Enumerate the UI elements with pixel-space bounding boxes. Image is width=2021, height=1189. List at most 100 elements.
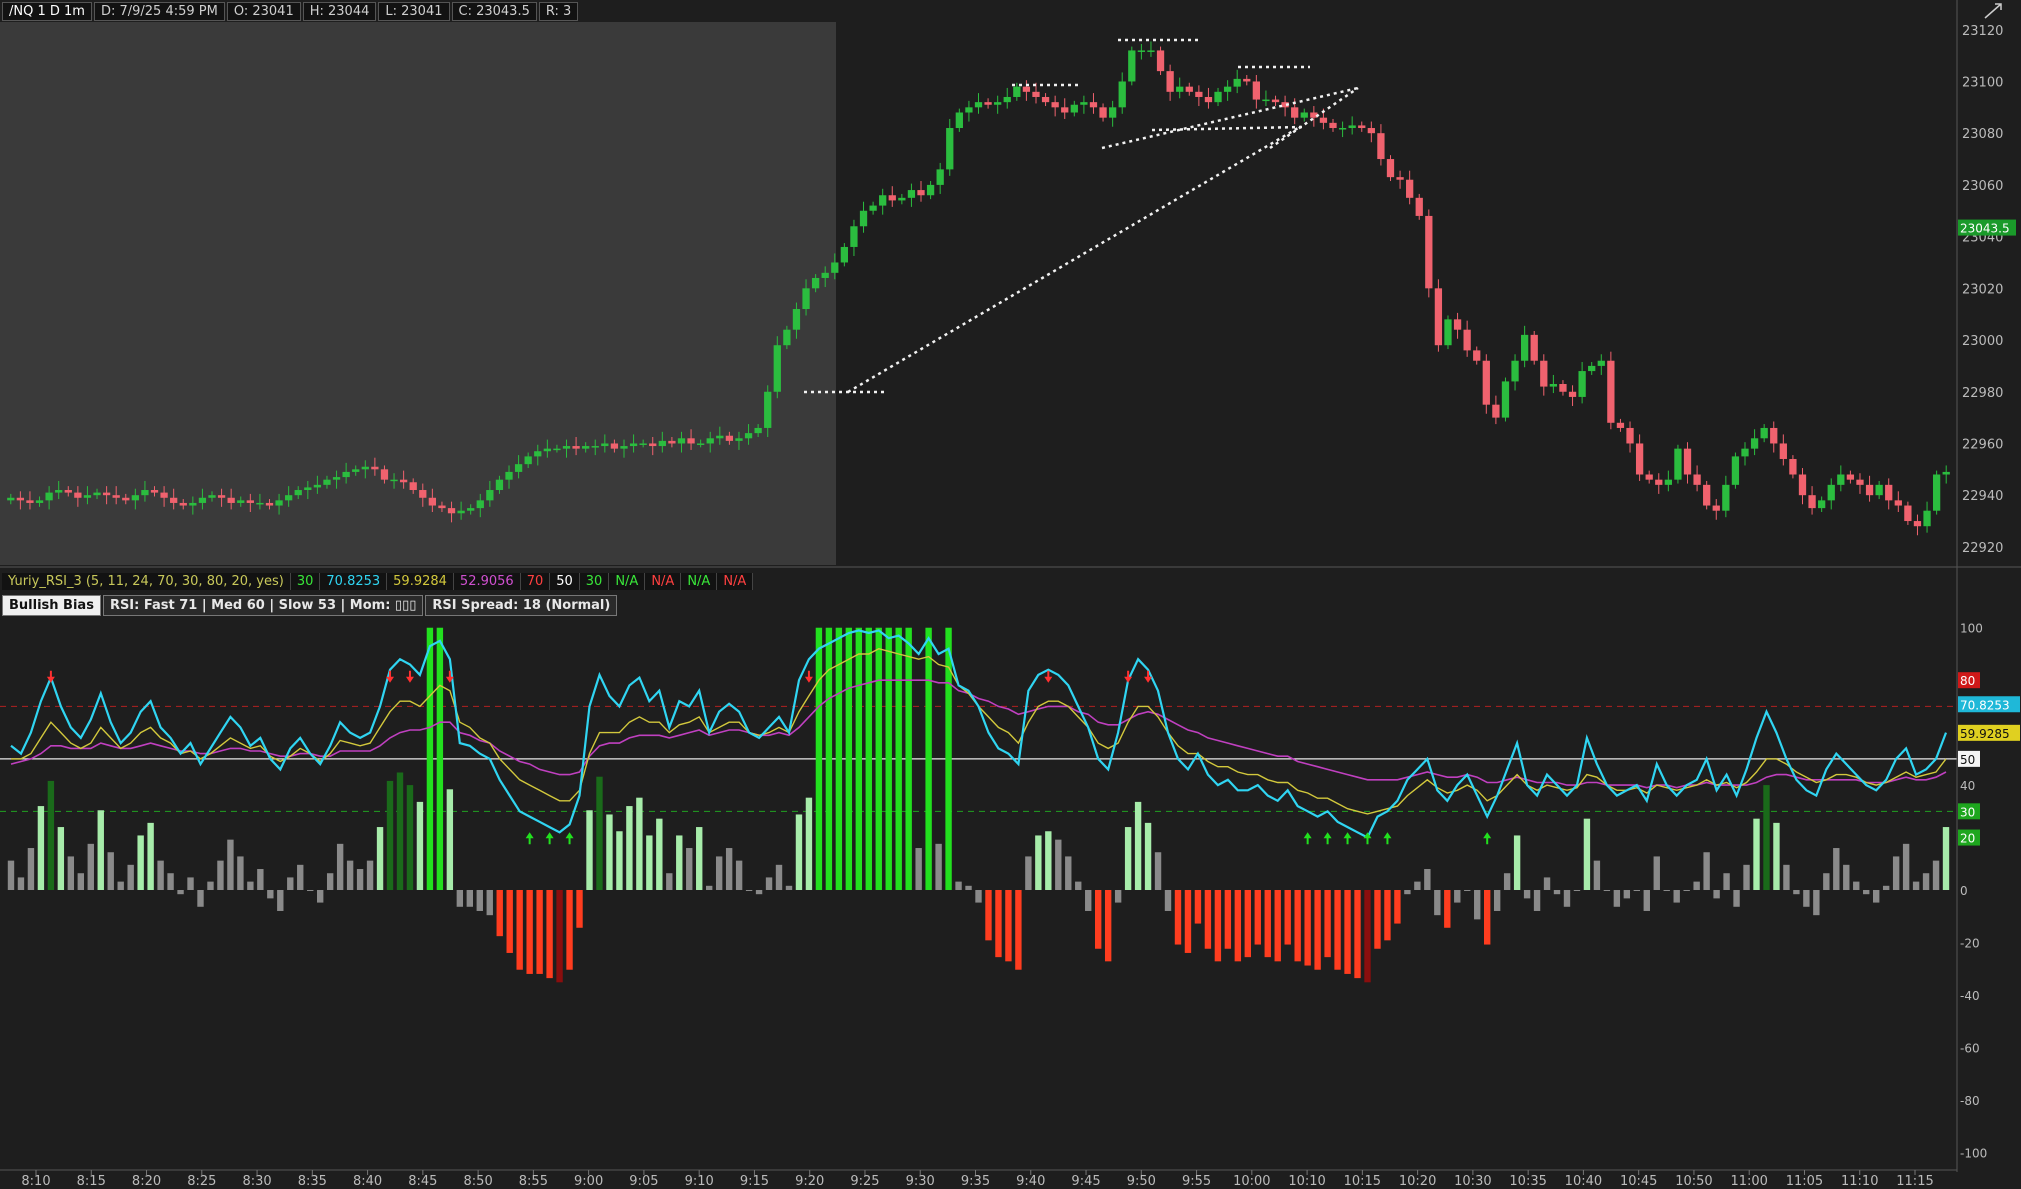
candle-body: [1051, 102, 1059, 108]
histogram-bar: [147, 822, 154, 890]
candle-body: [256, 502, 264, 505]
x-tick-label: 11:00: [1730, 1174, 1767, 1189]
low-label: L: 23041: [378, 1, 450, 21]
histogram-bar: [1653, 856, 1660, 890]
candle-body: [1750, 438, 1759, 449]
candle-body: [486, 490, 494, 501]
histogram-bar: [466, 890, 473, 907]
candle-body: [1013, 86, 1021, 97]
study-name[interactable]: Yuriy_RSI_3 (5, 11, 24, 70, 30, 80, 20, …: [2, 572, 291, 590]
candle-body: [1300, 112, 1308, 118]
symbol-label[interactable]: /NQ 1 D 1m: [2, 1, 92, 21]
histogram-bar: [1663, 890, 1670, 891]
candle-body: [1559, 384, 1567, 392]
histogram-bar: [1085, 890, 1092, 911]
candle-body: [1760, 427, 1768, 439]
study-na4: N/A: [717, 572, 754, 590]
histogram-bar: [1444, 890, 1451, 928]
candle-body: [390, 479, 398, 482]
candle-body: [1195, 91, 1203, 97]
histogram-bar: [247, 881, 254, 890]
histogram-bar: [257, 869, 264, 890]
histogram-bar: [346, 860, 354, 890]
candle-body: [16, 497, 25, 501]
candle-body: [1089, 102, 1098, 108]
candle-body: [275, 500, 283, 506]
histogram-bar: [765, 877, 773, 890]
histogram-bar: [785, 885, 793, 890]
histogram-bar: [1254, 890, 1261, 945]
histogram-bar: [925, 627, 932, 890]
histogram-bar: [1833, 848, 1840, 890]
candle-body: [1041, 96, 1050, 103]
candle-body: [1108, 107, 1117, 118]
histogram-bar: [556, 890, 563, 983]
candle-body: [1396, 177, 1404, 180]
study-tick-label: -60: [1960, 1041, 1980, 1055]
histogram-bar: [446, 789, 454, 890]
candle-body: [687, 438, 695, 444]
histogram-bar: [795, 814, 803, 890]
histogram-bar: [815, 627, 823, 890]
candle-body: [45, 492, 53, 501]
candle-body: [1329, 122, 1337, 129]
histogram-bar: [686, 848, 693, 890]
candle-body: [1185, 86, 1193, 92]
histogram-bar: [1902, 843, 1910, 890]
candle-body: [1118, 81, 1126, 108]
drawing-tool-icon[interactable]: [1981, 2, 2005, 20]
x-tick-label: 9:35: [961, 1174, 990, 1189]
price-tick-label: 23080: [1962, 127, 2003, 142]
histogram-bar: [516, 890, 523, 970]
candle-body: [160, 492, 168, 498]
study-v1: 30: [290, 572, 321, 590]
candle-body: [764, 391, 772, 428]
price-tick-label: 23060: [1962, 179, 2003, 194]
histogram-bar: [1154, 852, 1162, 890]
histogram-bar: [1224, 890, 1232, 949]
x-tick-label: 10:20: [1399, 1174, 1436, 1189]
candle-body: [716, 435, 724, 439]
study-tick-label: -80: [1960, 1094, 1980, 1108]
candle-body: [371, 466, 379, 470]
candle-body: [1827, 484, 1835, 501]
candle-body: [1846, 474, 1855, 480]
candle-body: [1233, 78, 1241, 87]
histogram-bar: [546, 890, 553, 979]
candle-body: [1166, 71, 1174, 92]
candle-body: [227, 497, 235, 503]
histogram-bar: [267, 890, 274, 899]
candle-body: [141, 490, 149, 496]
histogram-bar: [1753, 818, 1760, 890]
candle-body: [534, 451, 542, 457]
candle-body: [1482, 360, 1490, 405]
histogram-bar: [107, 852, 114, 890]
histogram-bar: [1314, 890, 1321, 970]
histogram-bar: [1065, 856, 1072, 890]
x-tick-label: 9:00: [574, 1174, 603, 1189]
candle-body: [1530, 334, 1538, 361]
histogram-bar: [1374, 890, 1381, 949]
candle-body: [802, 288, 810, 310]
candle-body: [457, 510, 465, 514]
histogram-bar: [97, 810, 104, 890]
histogram-bar: [157, 860, 164, 890]
candle-body: [926, 184, 935, 196]
candle-body: [447, 508, 456, 514]
candle-body: [1156, 50, 1165, 72]
candle-body: [974, 102, 983, 108]
study-v7: 30: [579, 572, 610, 590]
date-label: D: 7/9/25 4:59 PM: [93, 1, 225, 21]
histogram-bar: [67, 856, 75, 890]
candle-body: [1319, 117, 1328, 123]
histogram-bar: [1623, 890, 1631, 899]
histogram-bar: [666, 873, 673, 890]
histogram-bar: [1683, 890, 1690, 891]
candle-body: [1520, 334, 1529, 361]
histogram-bar: [586, 810, 593, 890]
study-na1: N/A: [609, 572, 646, 590]
x-tick-label: 9:20: [795, 1174, 824, 1189]
candle-body: [1674, 448, 1682, 480]
histogram-bar: [935, 843, 942, 890]
price-tick-label: 22960: [1962, 437, 2003, 452]
